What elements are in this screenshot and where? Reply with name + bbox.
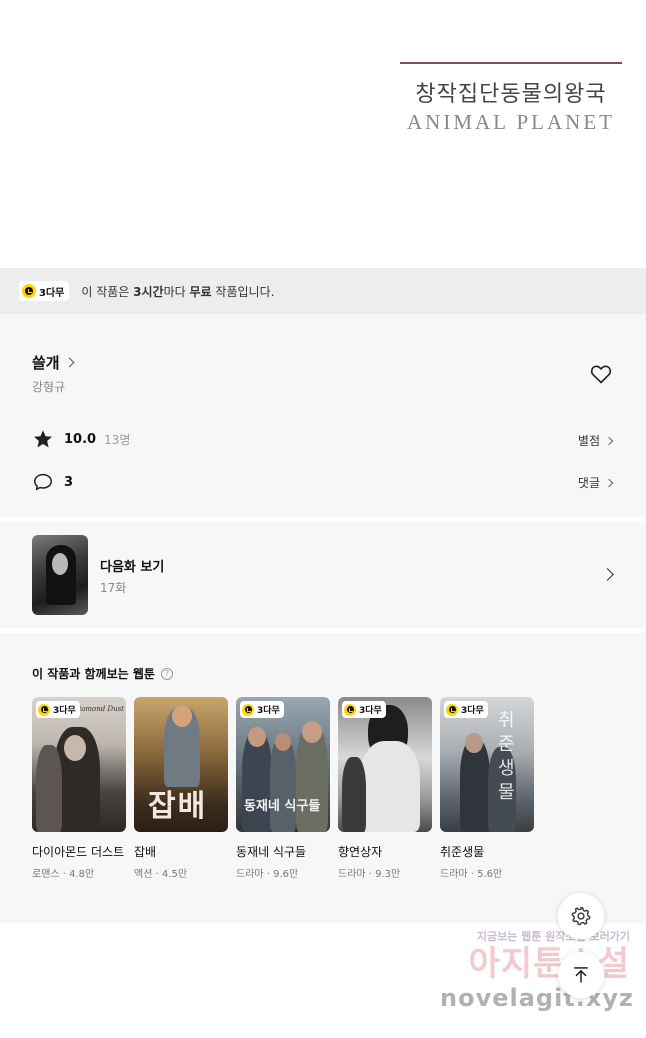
three-hour-free-badge: 3다무 — [240, 701, 284, 718]
card-meta: 드라마 · 5.6만 — [440, 869, 503, 880]
comment-icon — [34, 473, 52, 491]
three-hour-free-badge: 3다무 — [36, 701, 80, 718]
card-title: 동재네 식구들 — [236, 845, 307, 859]
logo-english: ANIMAL PLANET — [407, 110, 615, 134]
comments-link[interactable]: 댓글 — [577, 474, 614, 491]
card-meta: 드라마 · 9.6만 — [236, 869, 299, 880]
card-title: 잡배 — [134, 845, 157, 859]
chevron-right-icon — [604, 436, 614, 445]
chevron-right-icon — [604, 478, 614, 487]
recommendation-list: Diamond Dust 3다무 다이아몬드 더스트 로맨스 · 4.8만 잡배… — [32, 697, 534, 880]
work-title: 쓸개 — [32, 354, 60, 372]
rating-link[interactable]: 별점 — [577, 432, 614, 449]
cover-image: 취준생물 3다무 — [440, 697, 534, 832]
clock-icon — [344, 703, 356, 716]
heart-icon[interactable] — [589, 362, 613, 386]
recommendation-card[interactable]: 취준생물 3다무 취준생물 드라마 · 5.6만 — [440, 697, 534, 880]
help-icon[interactable]: ? — [160, 667, 173, 680]
gear-icon — [571, 906, 591, 926]
cover-title: 잡배 — [148, 789, 208, 824]
free-notice-bar: 3다무 이 작품은 3시간마다 무료 작품입니다. — [0, 268, 646, 314]
publisher-logo: 창작집단동물의왕국 ANIMAL PLANET — [400, 62, 622, 135]
scroll-to-top-button[interactable] — [558, 952, 604, 998]
card-title: 취준생물 — [440, 845, 485, 859]
next-episode-label: 다음화 보기 — [100, 560, 165, 575]
clock-icon — [22, 284, 36, 298]
rating-value: 10.0 — [64, 431, 97, 447]
logo-rule — [400, 62, 622, 64]
rating-count: 13명 — [104, 432, 131, 447]
recommendation-card[interactable]: 잡배 잡배 액션 · 4.5만 — [134, 697, 228, 880]
clock-icon — [242, 703, 254, 716]
recommendations-heading: 이 작품과 함께보는 웹툰 ? — [32, 665, 173, 682]
card-meta: 로맨스 · 4.8만 — [32, 869, 95, 880]
work-title-link[interactable]: 쓸개 — [32, 352, 75, 373]
work-info-card: 쓸개 강형규 10.0 13명 별점 3 댓글 — [0, 314, 646, 517]
recommendation-card[interactable]: 3다무 향연상자 드라마 · 9.3만 — [338, 697, 432, 880]
chevron-right-icon — [64, 357, 75, 368]
chevron-right-icon — [601, 568, 614, 581]
cover-image: Diamond Dust 3다무 — [32, 697, 126, 832]
recommendation-card[interactable]: 동재네 식구들 3다무 동재네 식구들 드라마 · 9.6만 — [236, 697, 330, 880]
cover-title: 취준생물 — [498, 710, 515, 803]
next-episode-card[interactable]: 다음화 보기 17화 — [0, 522, 646, 628]
card-title: 다이아몬드 더스트 — [32, 845, 125, 859]
cover-image: 잡배 — [134, 697, 228, 832]
clock-icon — [38, 703, 50, 716]
rating-row: 10.0 13명 — [32, 428, 130, 450]
recommendations-section: 이 작품과 함께보는 웹툰 ? Diamond Dust 3다무 다이아몬드 더… — [0, 633, 646, 923]
card-meta: 액션 · 4.5만 — [134, 869, 188, 880]
rating-link-label: 별점 — [577, 434, 600, 448]
recommendation-card[interactable]: Diamond Dust 3다무 다이아몬드 더스트 로맨스 · 4.8만 — [32, 697, 126, 880]
settings-button[interactable] — [558, 893, 604, 939]
comments-link-label: 댓글 — [577, 476, 600, 490]
work-author: 강형규 — [32, 380, 66, 394]
comments-row: 3 — [32, 471, 73, 493]
three-hour-free-badge: 3다무 — [444, 701, 488, 718]
comment-count: 3 — [64, 474, 74, 490]
card-meta: 드라마 · 9.3만 — [338, 869, 401, 880]
card-title: 향연상자 — [338, 845, 383, 859]
cover-title: 동재네 식구들 — [244, 799, 321, 814]
three-hour-free-badge: 3다무 — [19, 281, 70, 301]
cover-image: 동재네 식구들 3다무 — [236, 697, 330, 832]
badge-label: 3다무 — [39, 287, 65, 299]
three-hour-free-badge: 3다무 — [342, 701, 386, 718]
arrow-up-icon — [574, 967, 588, 983]
next-episode-number: 17화 — [100, 581, 127, 595]
clock-icon — [446, 703, 458, 716]
next-episode-thumbnail — [32, 535, 88, 615]
cover-image: 3다무 — [338, 697, 432, 832]
logo-korean: 창작집단동물의왕국 — [415, 82, 607, 107]
star-icon — [34, 430, 52, 448]
notice-text: 이 작품은 3시간마다 무료 작품입니다. — [81, 284, 275, 299]
